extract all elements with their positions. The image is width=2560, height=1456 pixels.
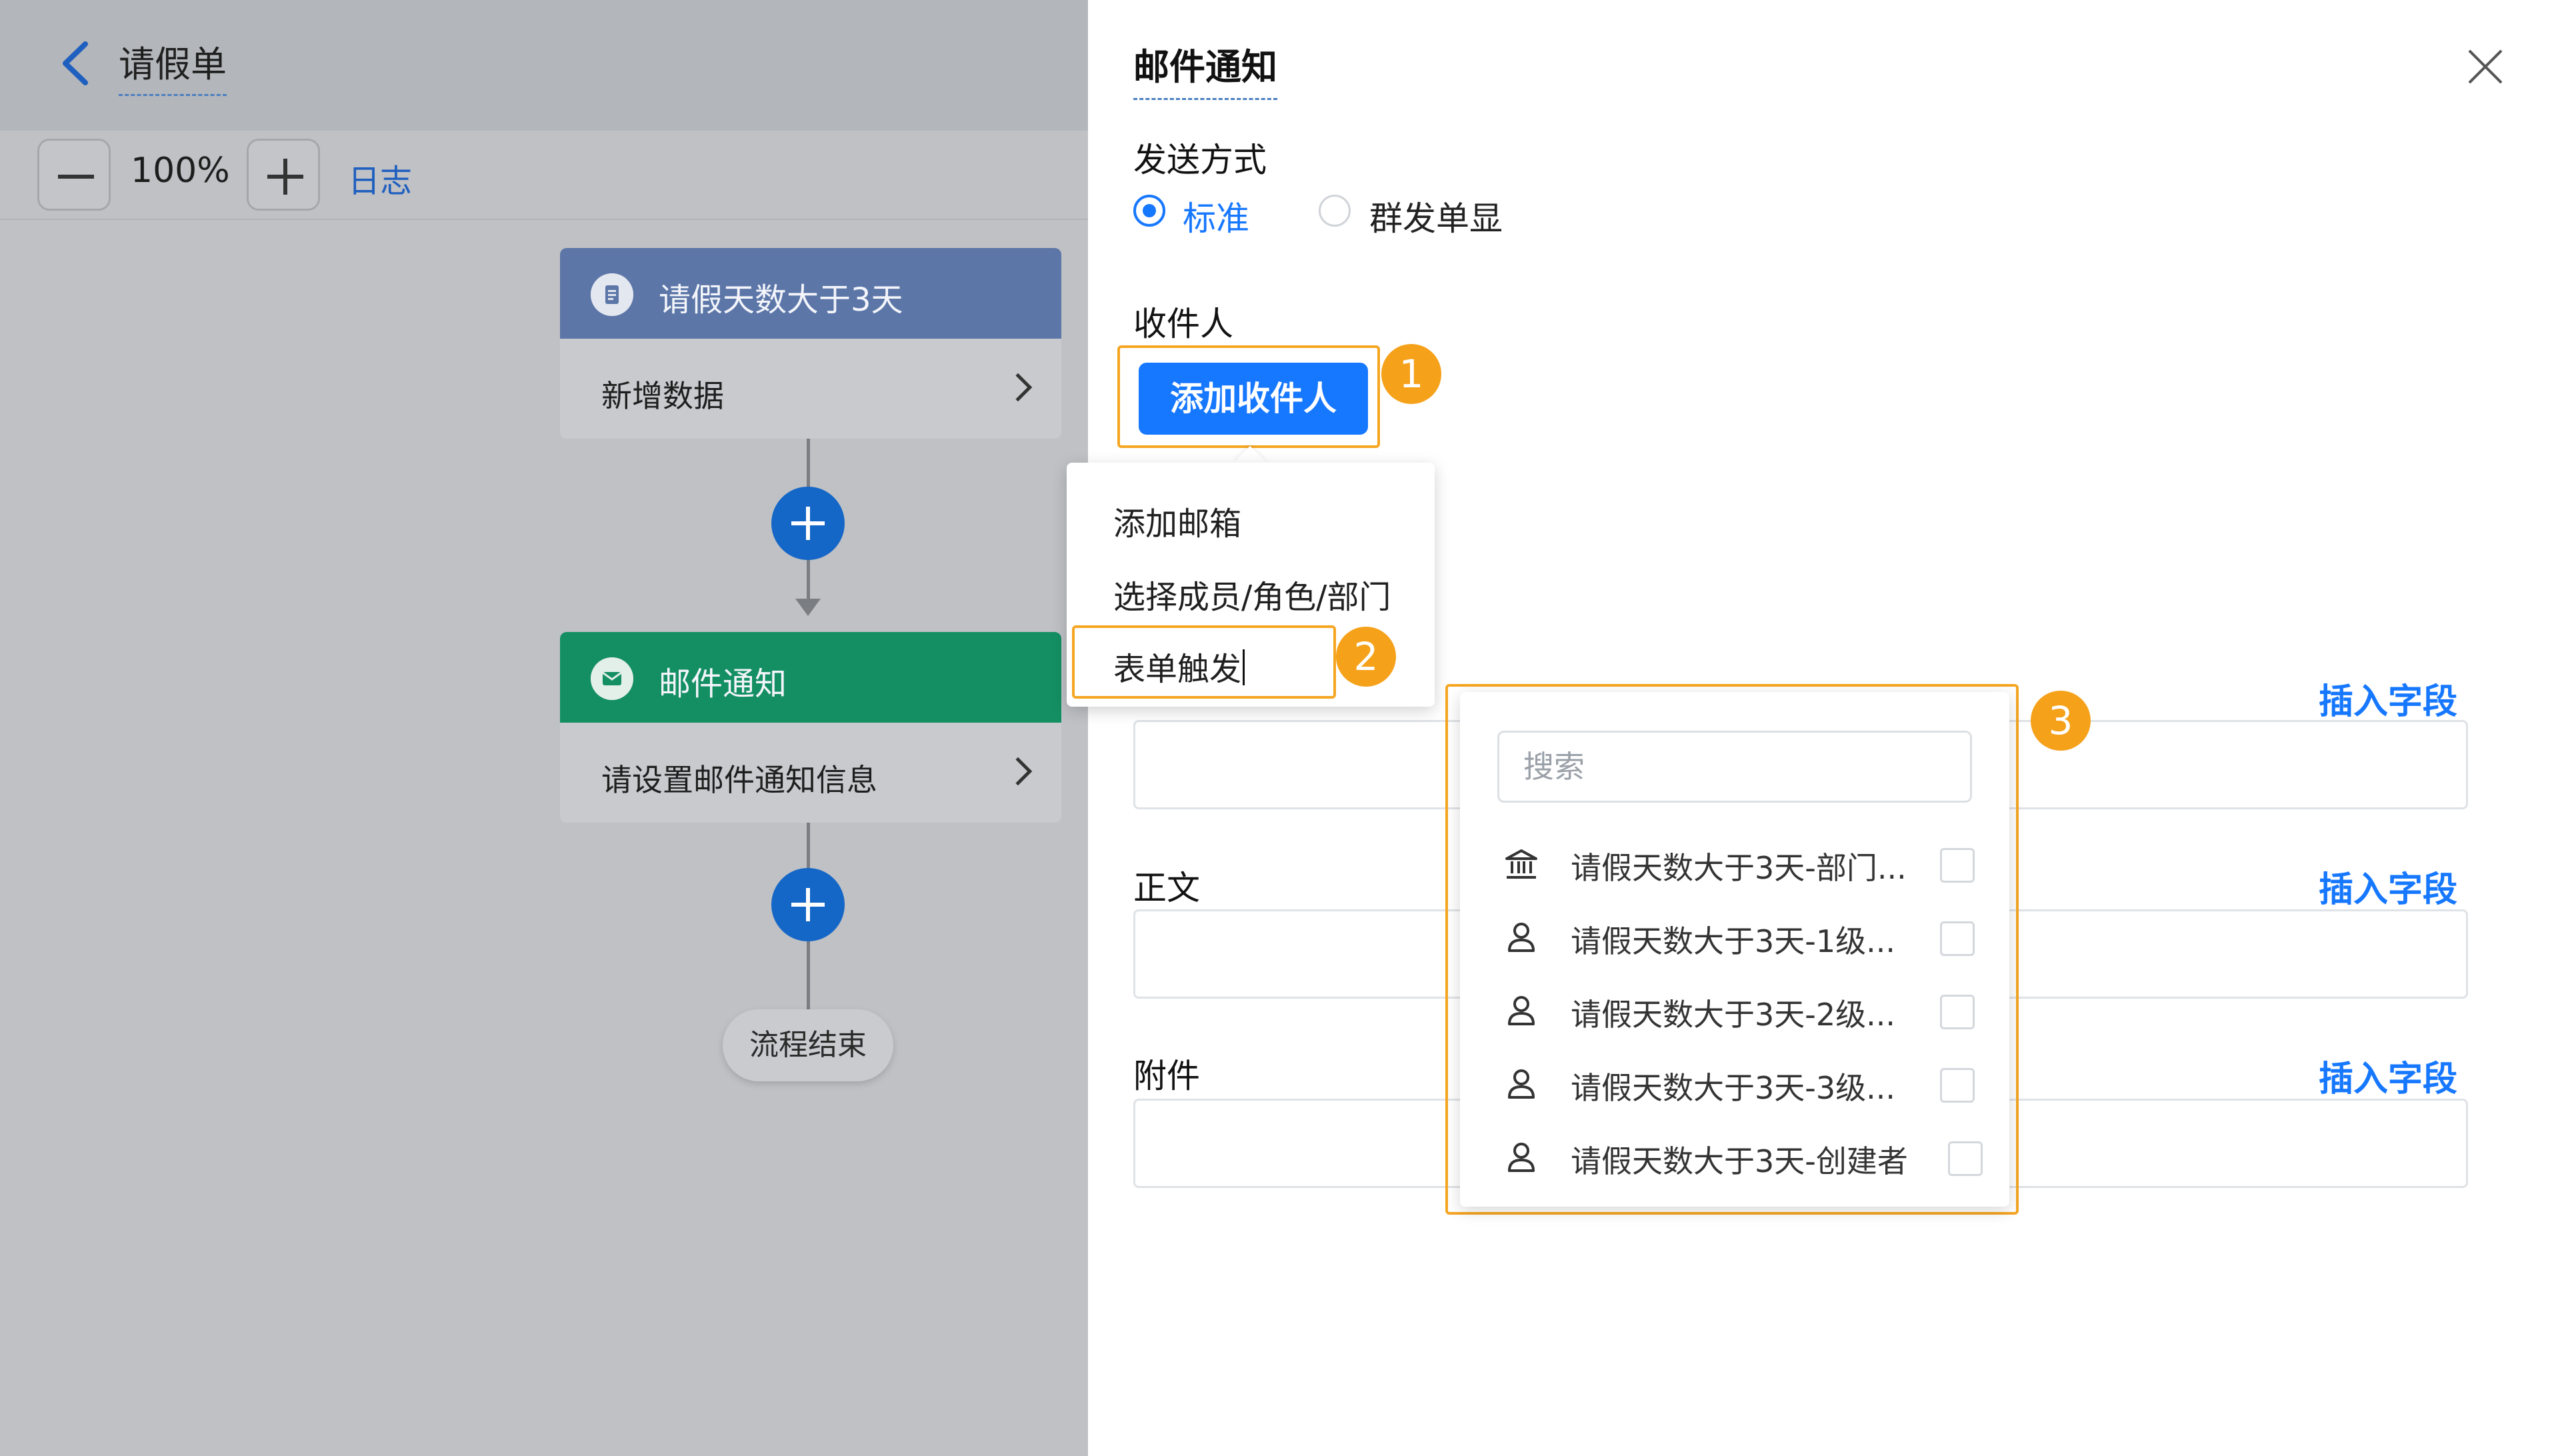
radio-bulk-single-label[interactable]: 群发单显 [1369,192,1503,240]
text-cursor [1243,649,1245,685]
dropdown-item[interactable]: 请假天数大于3天-2级... [1497,980,1991,1040]
node-title: 邮件通知 [659,665,787,703]
dropdown-item-checkbox[interactable] [1940,848,1975,883]
insert-field-link-body[interactable]: 插入字段 [2319,861,2457,911]
node-action-label: 请设置邮件通知信息 [601,762,877,798]
flow-node-trigger[interactable]: 请假天数大于3天 新增数据 [560,248,1061,439]
menu-item-select-member[interactable]: 选择成员/角色/部门 [1113,571,1391,617]
arrow-down-icon [795,599,821,616]
dropdown-item[interactable]: 请假天数大于3天-创建者 [1497,1127,1991,1187]
dropdown-item-checkbox[interactable] [1940,1068,1975,1103]
node-action[interactable]: 新增数据 [560,339,1061,439]
back-arrow-icon[interactable] [56,40,96,87]
page-title: 请假单 [119,35,227,96]
callout-badge-1: 1 [1381,344,1441,404]
user-icon [1508,1069,1535,1099]
zoom-level: 100% [131,151,230,191]
user-icon [1508,996,1535,1025]
attachment-label: 附件 [1133,1057,1200,1095]
dropdown-item[interactable]: 请假天数大于3天-3级... [1497,1053,1991,1113]
dropdown-item-label: 请假天数大于3天-2级... [1571,997,1895,1033]
user-icon [1508,1143,1535,1172]
node-title: 请假天数大于3天 [659,281,903,319]
dropdown-item-checkbox[interactable] [1940,995,1975,1029]
body-label: 正文 [1133,869,1200,907]
mail-icon [591,657,633,700]
dropdown-item-checkbox[interactable] [1948,1141,1983,1176]
dropdown-item-label: 请假天数大于3天-3级... [1571,1070,1895,1106]
dropdown-item-checkbox[interactable] [1940,921,1975,956]
chevron-right-icon [1003,757,1033,786]
dropdown-item-label: 请假天数大于3天-创建者 [1571,1143,1908,1179]
dropdown-item-label: 请假天数大于3天-部门... [1571,850,1907,886]
add-recipient-button[interactable]: 添加收件人 [1139,363,1368,435]
node-header: 请假天数大于3天 [560,248,1061,339]
recipients-label: 收件人 [1133,305,1233,343]
callout-badge-3: 3 [2031,691,2091,751]
panel-title: 邮件通知 [1133,37,1277,100]
insert-field-link-subject[interactable]: 插入字段 [2319,673,2457,723]
radio-standard[interactable] [1133,195,1165,227]
callout-badge-2: 2 [1336,627,1396,687]
menu-item-add-email[interactable]: 添加邮箱 [1113,497,1241,544]
zoom-out-button[interactable] [37,139,111,211]
zoom-in-button[interactable] [247,139,320,211]
send-mode-label: 发送方式 [1133,141,1267,179]
node-action[interactable]: 请设置邮件通知信息 [560,723,1061,823]
building-icon [1505,849,1537,879]
add-node-button[interactable] [771,868,845,941]
node-action-label: 新增数据 [601,378,724,414]
add-node-button[interactable] [771,487,845,560]
document-icon [591,273,633,316]
user-icon [1508,923,1535,952]
insert-field-link-attachment[interactable]: 插入字段 [2319,1051,2457,1101]
close-icon[interactable] [2467,48,2504,85]
menu-item-form-trigger-label: 表单触发 [1113,651,1242,688]
node-header: 邮件通知 [560,632,1061,723]
radio-bulk-single[interactable] [1319,195,1351,227]
dropdown-item[interactable]: 请假天数大于3天-部门... [1497,833,1991,893]
flow-node-email[interactable]: 邮件通知 请设置邮件通知信息 [560,632,1061,823]
dropdown-search-input[interactable] [1499,733,1970,801]
menu-item-form-trigger[interactable]: 表单触发 [1113,643,1245,689]
chevron-right-icon [1003,373,1033,402]
dropdown-item-label: 请假天数大于3天-1级... [1571,923,1895,959]
log-link[interactable]: 日志 [348,155,412,201]
radio-standard-label[interactable]: 标准 [1183,192,1249,240]
dropdown-item[interactable]: 请假天数大于3天-1级... [1497,907,1991,967]
flow-end: 流程结束 [723,1009,893,1081]
dropdown-search[interactable] [1497,731,1972,803]
